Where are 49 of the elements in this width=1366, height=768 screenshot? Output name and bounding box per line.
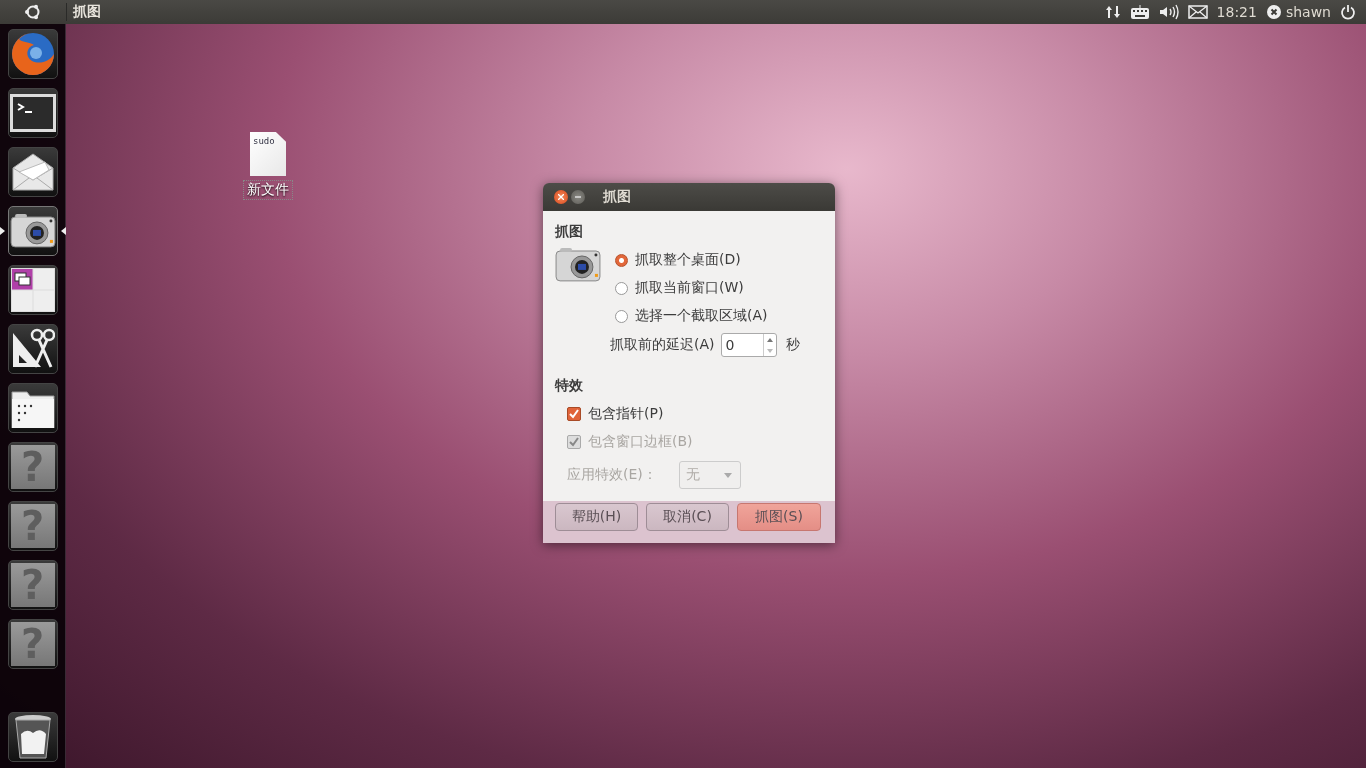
radio-button[interactable] bbox=[615, 309, 628, 323]
user-status-icon[interactable] bbox=[1265, 4, 1282, 20]
volume-icon[interactable] bbox=[1158, 4, 1179, 20]
close-button[interactable] bbox=[554, 190, 568, 204]
minimize-button[interactable] bbox=[571, 190, 585, 204]
terminal-icon bbox=[9, 94, 56, 132]
effect-label: 应用特效(E)： bbox=[567, 466, 657, 484]
launcher-item[interactable] bbox=[7, 88, 58, 138]
section-heading: 抓图 bbox=[555, 223, 584, 241]
envelope-icon bbox=[10, 152, 55, 192]
delay-unit: 秒 bbox=[785, 336, 800, 354]
workspaces-grid-icon bbox=[10, 268, 55, 312]
file-icon[interactable]: sudo bbox=[250, 132, 286, 176]
power-icon[interactable] bbox=[1340, 4, 1356, 20]
camera-icon bbox=[555, 247, 601, 283]
spin-up-icon[interactable] bbox=[766, 337, 773, 342]
window-title: 抓图 bbox=[603, 188, 631, 206]
dialog-button[interactable]: 帮助(H) bbox=[555, 503, 638, 531]
launcher-item[interactable] bbox=[7, 265, 58, 315]
radio-button[interactable] bbox=[615, 253, 628, 267]
dialog-button[interactable]: 抓图(S) bbox=[737, 503, 821, 531]
app-title: 抓图 bbox=[73, 3, 101, 21]
section-heading: 特效 bbox=[555, 377, 584, 395]
minimize-icon bbox=[575, 196, 581, 198]
option-label[interactable]: 选择一个截取区域(A) bbox=[635, 307, 768, 325]
folder-icon bbox=[10, 388, 55, 428]
user-name[interactable]: shawn bbox=[1285, 4, 1331, 20]
delay-label: 抓取前的延迟(A) bbox=[610, 336, 715, 354]
file-label[interactable]: 新文件 bbox=[243, 180, 293, 200]
dropdown-caret-icon bbox=[723, 472, 732, 478]
network-arrows-icon[interactable] bbox=[1104, 4, 1121, 20]
mail-icon[interactable] bbox=[1187, 5, 1208, 19]
dialog-button[interactable]: 取消(C) bbox=[646, 503, 729, 531]
launcher-item[interactable] bbox=[7, 383, 58, 433]
radio-button[interactable] bbox=[615, 281, 628, 295]
launcher-item[interactable] bbox=[7, 147, 58, 197]
launcher-item[interactable] bbox=[7, 206, 58, 256]
trash-can-icon bbox=[12, 714, 53, 760]
camera-icon bbox=[9, 213, 56, 249]
close-icon bbox=[558, 194, 564, 200]
option-label[interactable]: 抓取整个桌面(D) bbox=[635, 251, 741, 269]
clock[interactable]: 18:21 bbox=[1216, 4, 1257, 20]
option-label[interactable]: 抓取当前窗口(W) bbox=[635, 279, 744, 297]
delay-spin-field[interactable]: 0 bbox=[720, 333, 777, 357]
keyboard-icon[interactable] bbox=[1129, 4, 1150, 20]
checkbox[interactable] bbox=[567, 407, 581, 421]
checkbox-label[interactable]: 包含指针(P) bbox=[588, 405, 664, 423]
launcher-item[interactable] bbox=[7, 712, 58, 762]
launcher-item[interactable] bbox=[7, 324, 58, 374]
